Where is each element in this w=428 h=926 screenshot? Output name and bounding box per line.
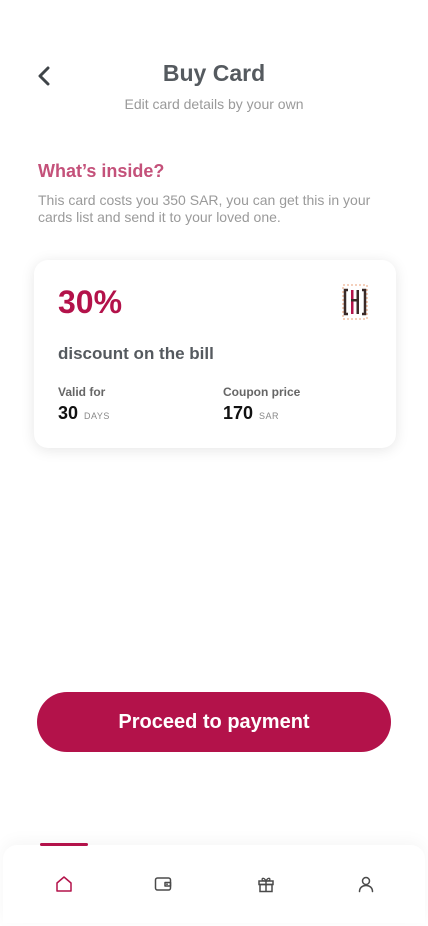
price-unit: SAR [259,411,280,421]
price-value: 170 [223,403,254,423]
card-description: discount on the bill [58,344,214,363]
tab-wallet[interactable] [145,871,181,897]
profile-icon [358,876,374,893]
coupon-card: 30% discount on the bill Valid for 30 DA… [34,260,396,448]
validity-unit: DAYS [84,411,110,421]
validity-value: 30 [58,403,79,423]
bottom-tab-bar [3,843,425,923]
proceed-to-payment-button[interactable]: Proceed to payment [37,692,391,752]
section-heading: What’s inside? [38,161,165,181]
active-tab-indicator [40,843,88,846]
price-info: Coupon price 170 SAR [223,385,300,424]
page-title: Buy Card [162,60,266,86]
price-label: Coupon price [223,385,301,399]
validity-label: Valid for [58,385,106,399]
section-description: This card costs you 350 SAR, you can get… [38,192,371,225]
home-icon [56,876,72,892]
brand-logo-icon [342,284,368,320]
tab-home[interactable] [46,871,82,897]
validity-info: Valid for 30 DAYS [58,385,110,424]
discount-percent: 30% [58,284,123,320]
tab-gift[interactable] [248,871,284,897]
tab-profile[interactable] [348,871,384,897]
wallet-icon [154,877,172,891]
page-subtitle: Edit card details by your own [124,96,304,112]
gift-icon [258,877,274,893]
